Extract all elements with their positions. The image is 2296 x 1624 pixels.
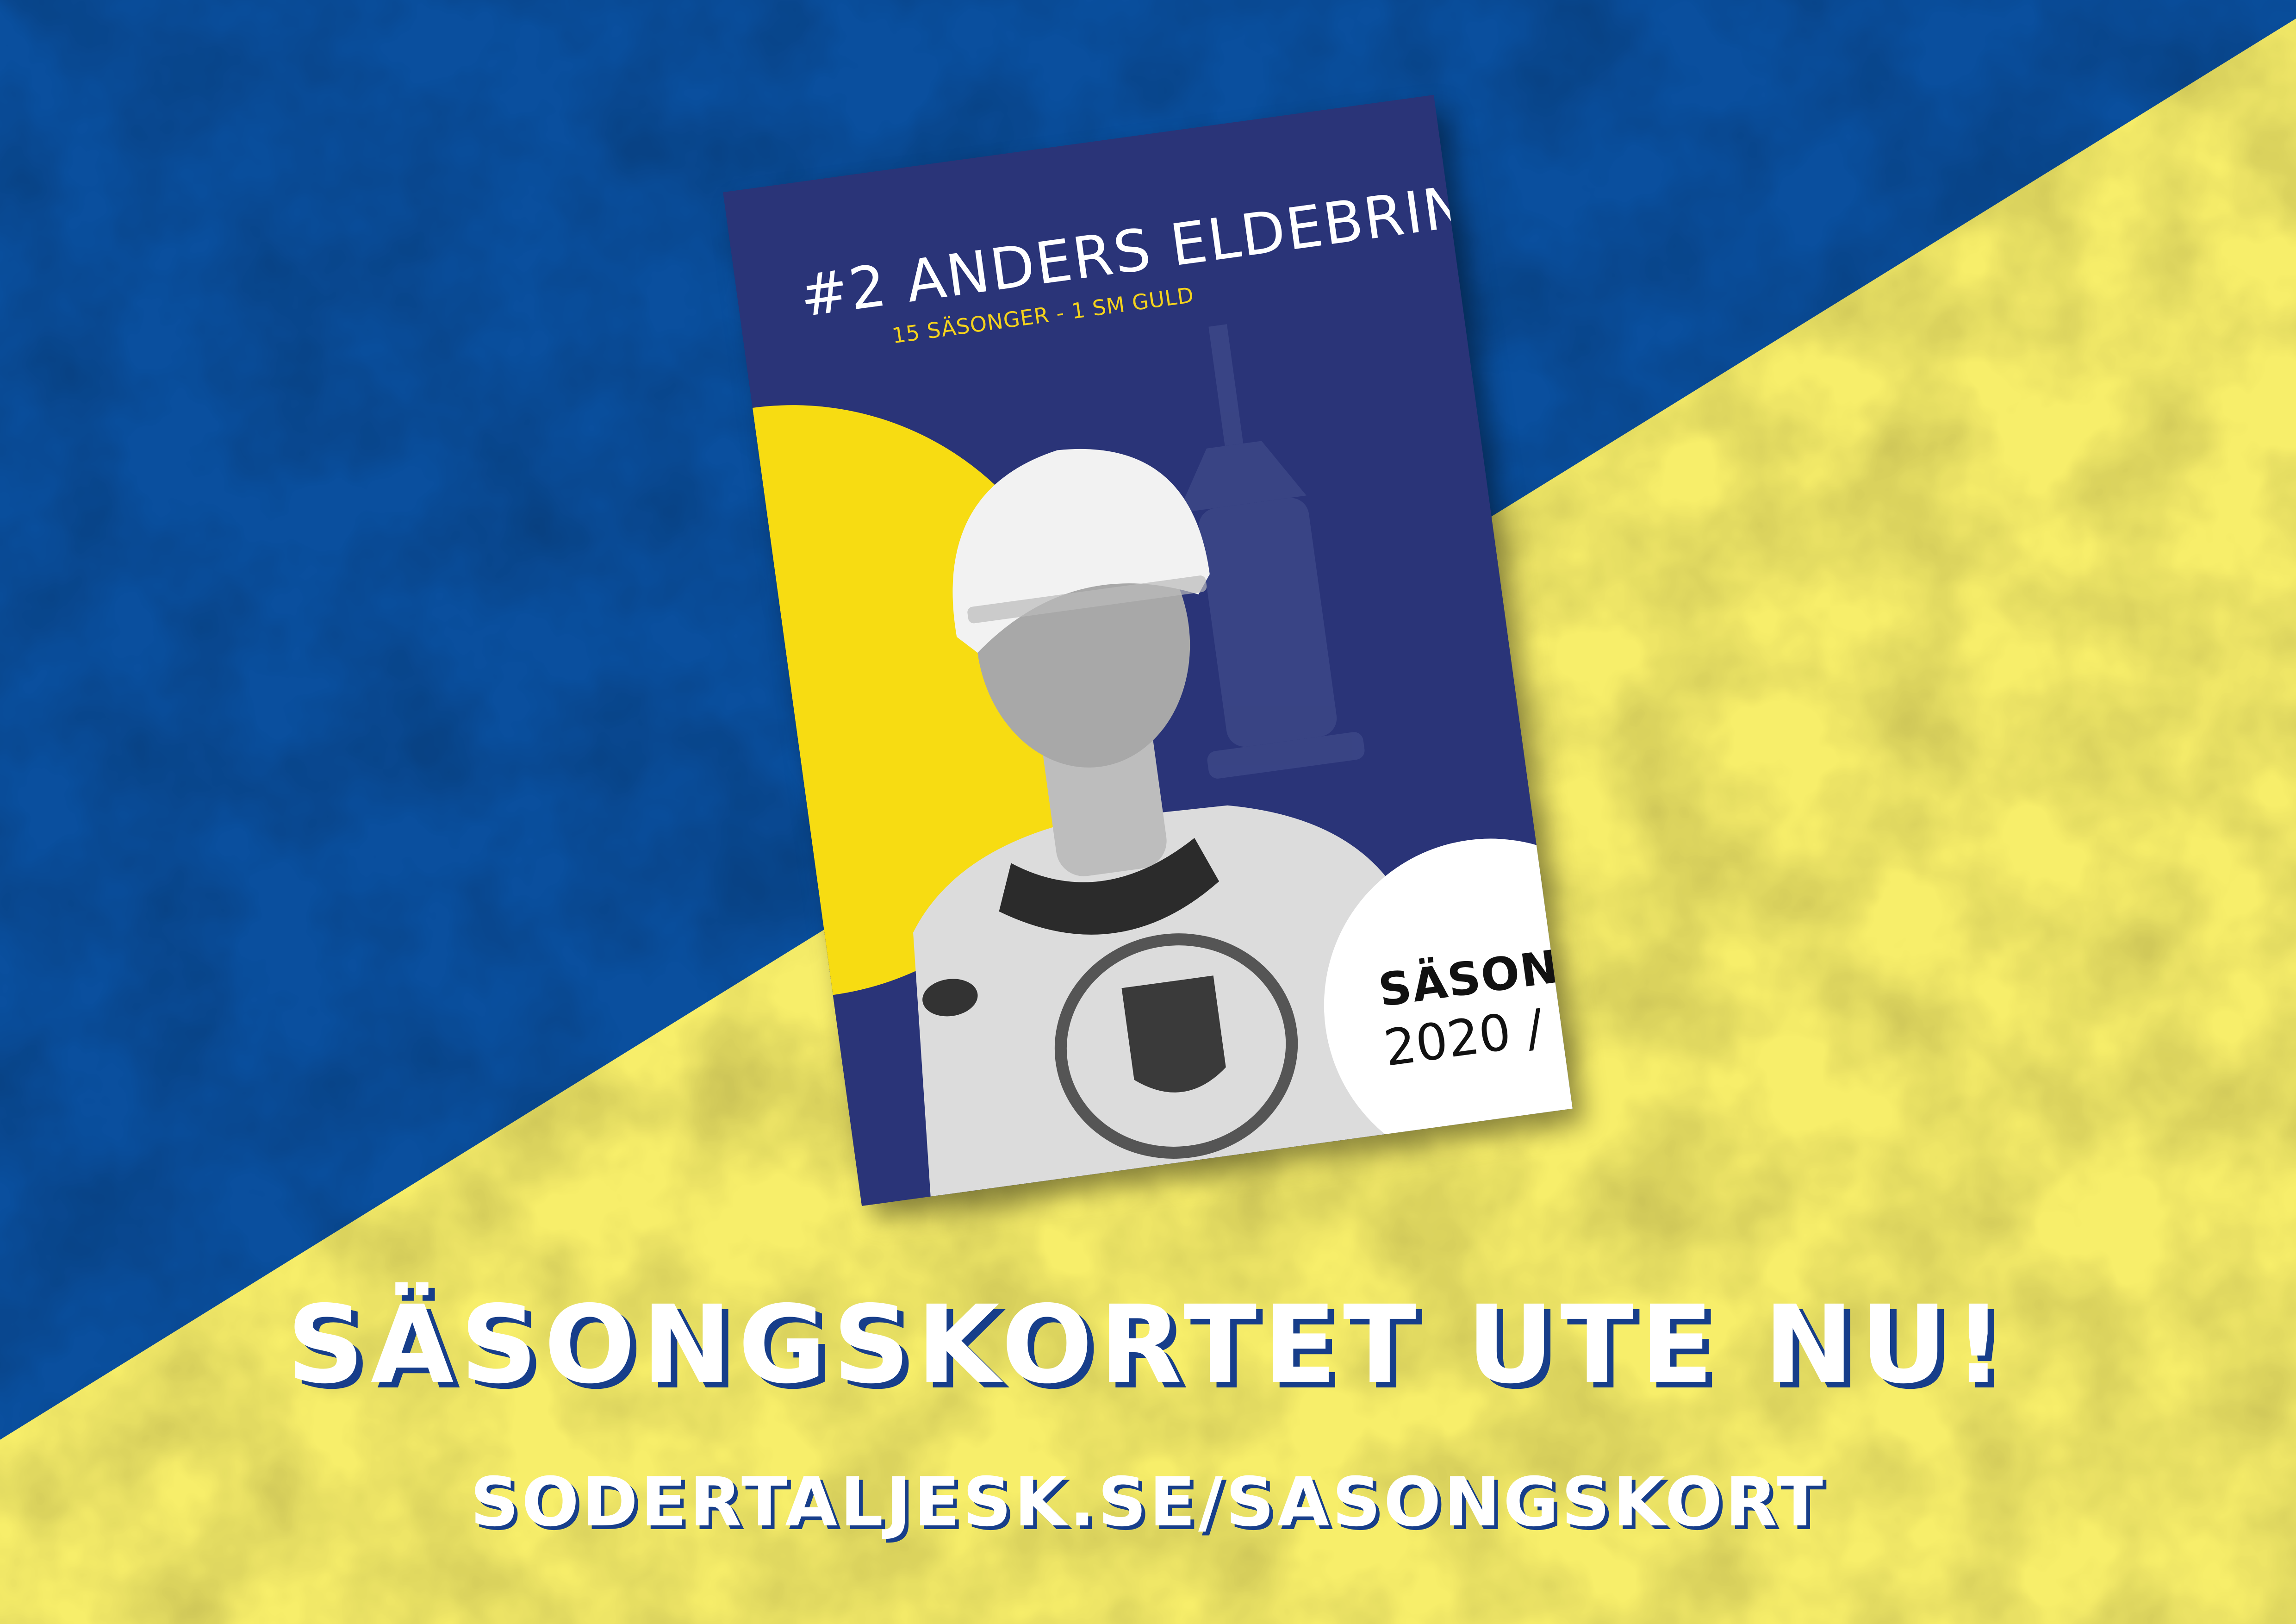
website-url: SODERTALJESK.SE/SASONGSKORT xyxy=(470,1463,1826,1542)
headline: SÄSONGSKORTET UTE NU! xyxy=(286,1282,2010,1407)
season-card: #2 ANDERS ELDEBRINK 15 SÄSONGER - 1 SM G… xyxy=(723,95,1573,1206)
